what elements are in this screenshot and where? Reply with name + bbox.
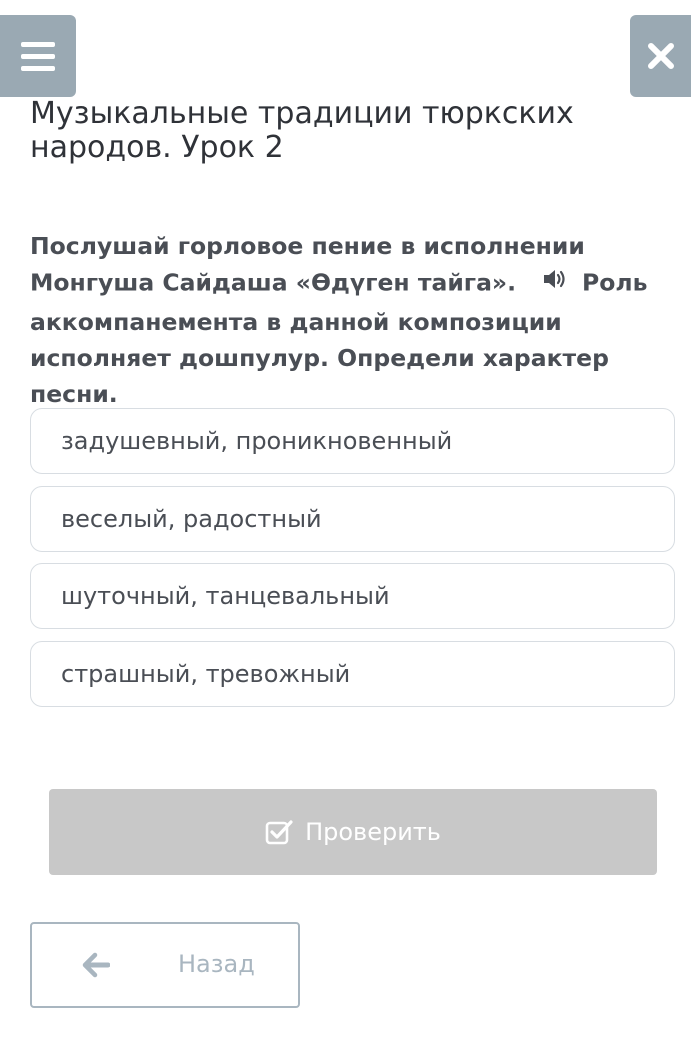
page-title: Музыкальные традиции тюркских народов. У… [30,96,574,165]
check-button-label: Проверить [305,818,441,846]
answer-option-label: задушевный, проникновенный [61,427,453,455]
arrow-left-icon [82,952,110,978]
checkbox-check-icon [265,820,293,845]
answer-option[interactable]: страшный, тревожный [30,641,675,707]
speaker-icon[interactable] [542,264,568,300]
lesson-page: Музыкальные традиции тюркских народов. У… [0,0,691,1051]
hamburger-menu-icon [21,41,55,71]
question-text-part-1: Послушай горловое пение в исполнении Мон… [30,232,585,297]
answer-option[interactable]: веселый, радостный [30,486,675,552]
close-button[interactable] [630,15,691,97]
answer-option-label: веселый, радостный [61,505,322,533]
check-button[interactable]: Проверить [49,789,657,875]
answer-option[interactable]: задушевный, проникновенный [30,408,675,474]
close-icon [647,43,674,69]
answer-option[interactable]: шуточный, танцевальный [30,563,675,629]
menu-button[interactable] [0,15,76,97]
answer-option-label: шуточный, танцевальный [61,582,390,610]
answer-option-label: страшный, тревожный [61,660,351,688]
back-button-label: Назад [178,950,255,978]
back-button[interactable]: Назад [30,922,300,1008]
question-text: Послушай горловое пение в исполнении Мон… [30,228,670,412]
